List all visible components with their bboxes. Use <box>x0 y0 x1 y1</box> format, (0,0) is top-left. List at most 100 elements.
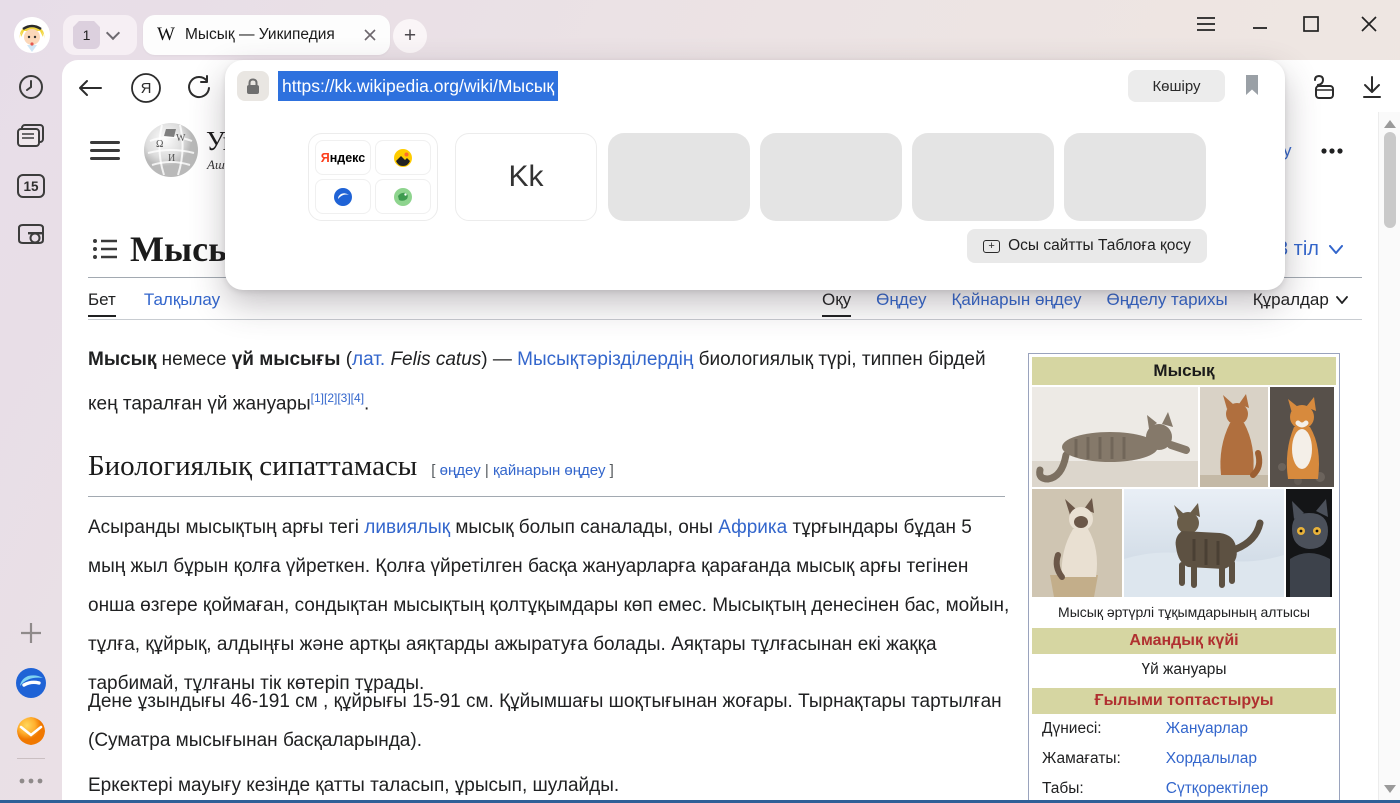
screen-camera-icon <box>15 222 47 250</box>
site-security-button[interactable] <box>237 71 269 101</box>
tablo-tile-kk-wikipedia[interactable]: Kk <box>455 133 597 221</box>
tablo-tile-empty-1[interactable] <box>608 133 750 221</box>
tab-tools[interactable]: Құралдар <box>1253 290 1348 310</box>
infobox-image-row-2 <box>1032 489 1336 597</box>
yandex-browser-shortcut[interactable] <box>13 665 49 701</box>
chevron-down-icon <box>106 26 120 40</box>
kk-tile-label: Kk <box>456 134 596 220</box>
notes-button[interactable] <box>13 118 49 154</box>
tab-history[interactable]: Өңделу тарихы <box>1106 290 1227 310</box>
yandex-browser-icon <box>14 666 48 700</box>
screenshot-button[interactable] <box>13 218 49 254</box>
link-libyan[interactable]: ливиялық <box>364 517 450 538</box>
toc-button[interactable] <box>92 236 118 267</box>
download-icon <box>1360 75 1384 101</box>
tab-edit[interactable]: Өңдеу <box>876 290 926 310</box>
reload-icon <box>186 75 212 101</box>
link-felidae[interactable]: Мысықтәрізділердің <box>517 349 693 370</box>
tablo-tile-yandex-services[interactable]: Яндекс <box>308 133 438 221</box>
yandex-mail-shortcut[interactable] <box>13 713 49 749</box>
yandex-search-button[interactable]: Я <box>130 72 162 104</box>
tab-group-counter[interactable]: 1 <box>63 15 137 55</box>
ellipsis-icon <box>1320 147 1344 155</box>
wiki-logo[interactable]: Ω W И <box>142 121 200 184</box>
tab-close-icon[interactable] <box>364 29 376 41</box>
classification-row: Дүниесі: Жануарлар <box>1032 714 1336 744</box>
profile-avatar[interactable] <box>14 17 50 53</box>
wiki-personal-more-button[interactable] <box>1320 142 1344 160</box>
mini-tile-images[interactable] <box>375 140 431 175</box>
link-latin[interactable]: лат. <box>352 349 385 370</box>
url-input[interactable]: https://kk.wikipedia.org/wiki/Мысық <box>278 71 558 101</box>
reload-button[interactable] <box>183 72 215 104</box>
mini-tile-green-service[interactable] <box>375 179 431 214</box>
menu-button[interactable] <box>1194 12 1218 36</box>
reference-links[interactable]: [1][2][3][4] <box>311 391 364 405</box>
list-icon <box>92 236 118 262</box>
copy-url-button[interactable]: Көшіру <box>1128 70 1225 102</box>
page-tabs-right: Оқу Өңдеу Қайнарын өңдеу Өңделу тарихы Қ… <box>822 290 1348 317</box>
close-button[interactable] <box>1357 12 1381 36</box>
scroll-down-arrow[interactable] <box>1384 785 1396 793</box>
cat-photo-siamese <box>1032 489 1122 597</box>
svg-text:Ω: Ω <box>156 139 163 150</box>
edit-source-link[interactable]: қайнарын өңдеу <box>493 462 606 479</box>
tab-edit-source[interactable]: Қайнарын өңдеу <box>951 290 1081 310</box>
cat-photo-gray <box>1286 489 1332 597</box>
cat-photo-abyssinian <box>1200 387 1268 487</box>
sidebar-divider <box>17 758 45 759</box>
language-button[interactable]: 3 тіл <box>1277 238 1343 261</box>
wikipedia-favicon: W <box>157 24 175 46</box>
tab-title: Мысық — Уикипедия <box>185 26 354 44</box>
collections-button[interactable] <box>1305 72 1337 104</box>
tablo-tile-empty-2[interactable] <box>760 133 902 221</box>
tablo-tile-empty-4[interactable] <box>1064 133 1206 221</box>
downloads-button[interactable] <box>1356 72 1388 104</box>
lead-species-italic: Felis catus <box>390 349 481 370</box>
sidebar-add-button[interactable] <box>13 615 49 651</box>
tab-article[interactable]: Бет <box>88 290 116 317</box>
yandex-disk-icon <box>333 187 353 207</box>
page-scrollbar[interactable] <box>1378 112 1400 803</box>
sidebar-tab-badge: 15 <box>23 179 38 194</box>
bookmark-button[interactable] <box>1244 74 1260 101</box>
tab-read[interactable]: Оқу <box>822 290 851 317</box>
mini-tile-disk[interactable] <box>315 179 371 214</box>
add-to-tablo-button[interactable]: + Осы сайтты Таблоға қосу <box>967 229 1207 263</box>
link-kingdom[interactable]: Жануарлар <box>1166 720 1248 737</box>
minimize-button[interactable] <box>1248 12 1272 36</box>
history-button[interactable] <box>13 69 49 105</box>
plus-icon <box>18 620 44 646</box>
cat-photo-orange-white <box>1270 387 1334 487</box>
section-heading: Биологиялық сипаттамасы [ өңдеу | қайнар… <box>88 450 614 483</box>
tablo-tile-empty-3[interactable] <box>912 133 1054 221</box>
infobox-caption: Мысық әртүрлі тұқымдарының алтысы <box>1032 597 1336 626</box>
scrollbar-thumb[interactable] <box>1384 132 1396 228</box>
infobox-classification-header: Ғылыми топтастыруы <box>1032 688 1336 714</box>
lead-paragraph: Мысық немесе үй мысығы (лат. Felis catus… <box>88 340 1010 423</box>
body-paragraph-3: Еркектері мауығу кезінде қатты таласып, … <box>88 766 1010 803</box>
link-class[interactable]: Сүтқоректілер <box>1166 780 1268 797</box>
link-phylum[interactable]: Хордалылар <box>1166 750 1257 767</box>
chevron-down-icon <box>1336 296 1348 304</box>
tabs-counter-button[interactable]: 15 <box>13 168 49 204</box>
new-tab-button[interactable]: + <box>393 19 427 53</box>
yandex-images-icon <box>393 148 413 168</box>
sidebar-more-button[interactable] <box>13 763 49 799</box>
classification-row: Жамағаты: Хордалылар <box>1032 744 1336 774</box>
omnibox-dropdown: https://kk.wikipedia.org/wiki/Мысық Көші… <box>225 60 1285 290</box>
classification-label: Дүниесі: <box>1032 720 1166 738</box>
classification-row: Табы: Сүтқоректілер <box>1032 774 1336 803</box>
mini-tile-yandex[interactable]: Яндекс <box>315 140 371 175</box>
cards-stack-icon <box>16 123 46 149</box>
back-button[interactable] <box>74 72 106 104</box>
browser-tab[interactable]: W Мысық — Уикипедия <box>143 15 390 55</box>
tab-talk[interactable]: Талқылау <box>144 290 220 317</box>
edit-link[interactable]: өңдеу <box>440 462 481 479</box>
wiki-menu-button[interactable] <box>90 136 120 165</box>
scroll-up-arrow[interactable] <box>1384 120 1396 128</box>
section-edit-links: [ өңдеу | қайнарын өңдеу ] <box>431 462 614 479</box>
maximize-button[interactable] <box>1299 12 1323 36</box>
link-africa[interactable]: Африка <box>718 517 787 538</box>
avatar-girl-icon <box>14 17 50 53</box>
